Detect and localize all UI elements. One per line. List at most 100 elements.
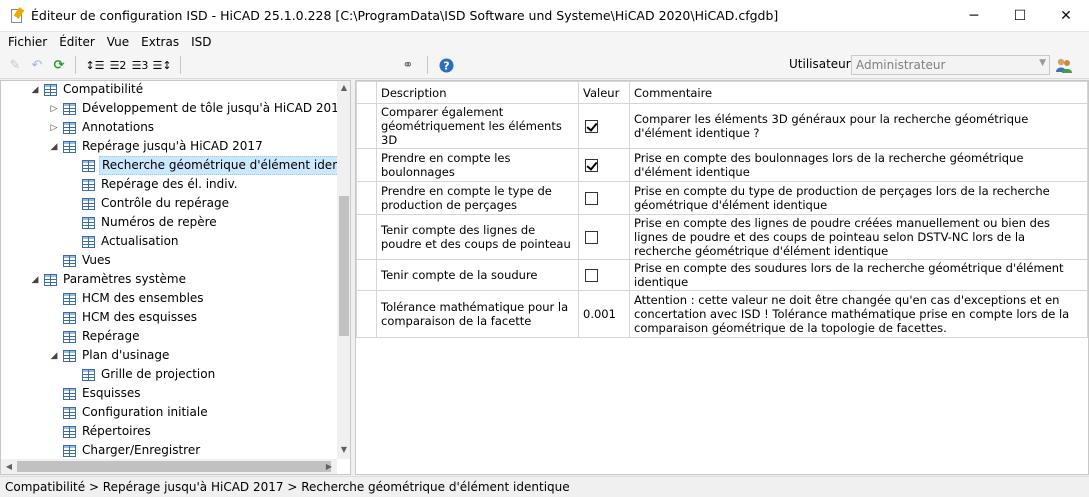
title-bar: Éditeur de configuration ISD - HiCAD 25.…	[0, 0, 1089, 32]
value-checkbox[interactable]	[585, 120, 598, 133]
table-row[interactable]: Tolérance mathématique pour la comparais…	[356, 290, 1088, 338]
tree-node[interactable]: ▷ Annotations	[51, 118, 156, 137]
row-header[interactable]	[356, 259, 377, 291]
tree-node[interactable]: Numéros de repère	[82, 213, 219, 232]
tree-node[interactable]: Esquisses	[63, 384, 143, 403]
menu-isd[interactable]: ISD	[185, 35, 217, 49]
horizontal-scrollbar[interactable]: ◀ ▶	[1, 459, 337, 474]
table-icon	[44, 83, 57, 96]
tree-node[interactable]: ◢ Paramètres système	[32, 270, 188, 289]
scroll-up-icon[interactable]: ▲	[337, 83, 350, 92]
tree-node-label: HCM des esquisses	[82, 310, 197, 324]
column-header-comment[interactable]: Commentaire	[629, 81, 1088, 104]
collapse-arrow-icon[interactable]: ◢	[30, 275, 40, 285]
binoculars-icon[interactable]: ⚭	[399, 56, 417, 74]
table-row[interactable]: Prendre en compte les boulonnages Prise e…	[356, 148, 1088, 182]
tree-node[interactable]: HCM des esquisses	[63, 308, 199, 327]
table-row[interactable]: Tenir compte de la soudure Prise en compt…	[356, 259, 1088, 291]
level-2-icon[interactable]: ☰2	[109, 56, 127, 74]
tree-node[interactable]: Grille de projection	[82, 365, 217, 384]
collapse-arrow-icon[interactable]: ◢	[49, 351, 59, 361]
table-row[interactable]: Comparer également géométriquement les é…	[356, 103, 1088, 149]
level-3-icon[interactable]: ☰3	[131, 56, 149, 74]
tree-view[interactable]: ◢ Compatibilité ▷ Développement de tôle jus…	[0, 80, 351, 475]
row-header[interactable]	[356, 290, 377, 338]
expand-arrow-icon[interactable]: ▷	[49, 104, 59, 114]
value-cell[interactable]	[578, 103, 630, 149]
table-icon	[63, 121, 76, 134]
value-checkbox[interactable]	[585, 269, 598, 282]
value-cell[interactable]	[578, 181, 630, 215]
table-row[interactable]: Prendre en compte le type de production …	[356, 181, 1088, 215]
scroll-thumb[interactable]	[17, 461, 331, 472]
collapse-arrow-icon[interactable]: ◢	[30, 85, 40, 95]
tree-node[interactable]: ▷ Développement de tôle jusqu'à HiCAD 201…	[51, 99, 348, 118]
refresh-icon[interactable]: ⟳	[50, 56, 68, 74]
value-cell[interactable]: 0.001	[578, 290, 630, 338]
menu-editer[interactable]: Éditer	[53, 35, 101, 49]
row-header[interactable]	[356, 103, 377, 149]
comment-cell: Prise en compte des boulonnages lors de …	[629, 148, 1088, 182]
table-row[interactable]: Tenir compte des lignes de poudre et des…	[356, 214, 1088, 260]
expand-arrow-icon[interactable]: ▷	[49, 123, 59, 133]
value-cell[interactable]	[578, 148, 630, 182]
tree-node[interactable]: Repérage	[63, 327, 141, 346]
maximize-button[interactable]: ☐	[997, 0, 1043, 32]
value-checkbox[interactable]	[585, 231, 598, 244]
value-cell[interactable]	[578, 214, 630, 260]
table-icon	[63, 330, 76, 343]
row-header[interactable]	[356, 181, 377, 215]
user-select[interactable]: Administrateur ▼	[851, 55, 1050, 75]
row-header[interactable]	[356, 214, 377, 260]
tree-node-label: Répertoires	[82, 424, 151, 438]
comment-cell: Prise en compte des lignes de poudre cré…	[629, 214, 1088, 260]
table-icon	[63, 387, 76, 400]
column-header-value[interactable]: Valeur	[578, 81, 630, 104]
tree-node-label: Plan d'usinage	[82, 348, 170, 362]
tree-node-label: Configuration initiale	[82, 405, 208, 419]
window-title: Éditeur de configuration ISD - HiCAD 25.…	[31, 8, 779, 23]
menu-fichier[interactable]: Fichier	[2, 35, 53, 49]
value-cell[interactable]	[578, 259, 630, 291]
help-icon[interactable]: ?	[437, 56, 455, 74]
close-button[interactable]: ✕	[1043, 0, 1089, 32]
scroll-right-icon[interactable]: ▶	[322, 462, 336, 471]
tree-node-label: Développement de tôle jusqu'à HiCAD 2016	[82, 101, 347, 115]
row-header[interactable]	[356, 148, 377, 182]
tree-node-label: Annotations	[82, 120, 155, 134]
tree-node[interactable]: HCM des ensembles	[63, 289, 206, 308]
tree-node[interactable]: Configuration initiale	[63, 403, 210, 422]
pencil-icon[interactable]: ✎	[6, 56, 24, 74]
level-filter-icon[interactable]: ☰↕	[152, 56, 171, 74]
comment-cell: Prise en compte du type de production de…	[629, 181, 1088, 215]
column-header-description[interactable]: Description	[376, 81, 579, 104]
table-icon	[44, 273, 57, 286]
collapse-arrow-icon[interactable]: ◢	[49, 142, 59, 152]
tree-node[interactable]: Contrôle du repérage	[82, 194, 231, 213]
tree-node[interactable]: Actualisation	[82, 232, 181, 251]
tree-node-label: Charger/Enregistrer	[82, 443, 201, 457]
table-icon	[63, 349, 76, 362]
scroll-left-icon[interactable]: ◀	[2, 462, 16, 471]
tree-node[interactable]: ◢ Repérage jusqu'à HiCAD 2017	[51, 137, 265, 156]
tree-node[interactable]: ◢ Plan d'usinage	[51, 346, 171, 365]
menu-vue[interactable]: Vue	[101, 35, 135, 49]
value-text[interactable]: 0.001	[583, 307, 616, 321]
tree-node[interactable]: Répertoires	[63, 422, 153, 441]
minimize-button[interactable]: ─	[951, 0, 997, 32]
vertical-scrollbar[interactable]: ▲ ▼	[337, 81, 350, 459]
undo-icon[interactable]: ↶	[28, 56, 46, 74]
menu-extras[interactable]: Extras	[135, 35, 185, 49]
tree-node[interactable]: Repérage des él. indiv.	[82, 175, 240, 194]
tree-node[interactable]: Vues	[63, 251, 113, 270]
value-checkbox[interactable]	[585, 192, 598, 205]
value-checkbox[interactable]	[585, 159, 598, 172]
level-all-icon[interactable]: ↕☰	[85, 56, 104, 74]
scroll-down-icon[interactable]: ▼	[337, 445, 350, 454]
tree-node[interactable]: Recherche géométrique d'élément identiqu…	[82, 156, 350, 175]
row-header-corner	[356, 81, 377, 104]
scroll-thumb[interactable]	[339, 196, 349, 336]
users-icon[interactable]	[1055, 56, 1073, 74]
tree-node[interactable]: Charger/Enregistrer	[63, 441, 202, 460]
tree-node[interactable]: ◢ Compatibilité	[32, 81, 145, 99]
